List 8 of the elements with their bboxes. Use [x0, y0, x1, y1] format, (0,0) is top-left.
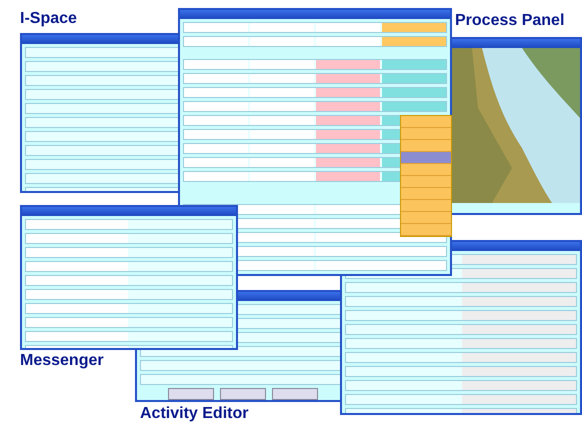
menu-item[interactable] — [401, 152, 451, 164]
window-button[interactable] — [220, 388, 266, 400]
caption-title: Process Panel — [455, 12, 564, 30]
window-button[interactable] — [168, 388, 214, 400]
caption-title: Messenger — [20, 352, 104, 370]
window-button[interactable] — [272, 388, 318, 400]
caption-title: I-Space — [20, 10, 77, 28]
caption-title: Activity Editor — [140, 405, 248, 423]
